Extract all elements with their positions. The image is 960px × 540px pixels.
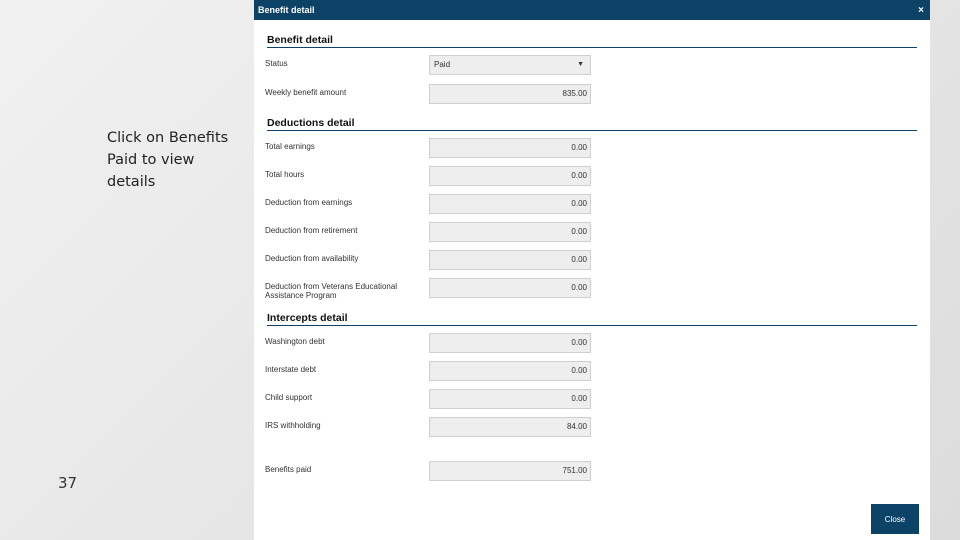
modal-header: Benefit detail × (254, 0, 930, 20)
deduction-label: Deduction from retirement (265, 226, 358, 235)
slide-page-number: 37 (58, 474, 78, 492)
status-select[interactable]: Paid ▼ (429, 55, 591, 75)
close-button[interactable]: Close (871, 504, 919, 534)
benefit-detail-modal: Benefit detail × Benefit detail Status P… (254, 0, 930, 540)
deduction-value: 0.00 (429, 194, 591, 214)
deduction-row: Deduction from Veterans Educational Assi… (265, 278, 595, 300)
deduction-value: 0.00 (429, 166, 591, 186)
deduction-value: 0.00 (429, 138, 591, 158)
deduction-label: Deduction from Veterans Educational Assi… (265, 282, 398, 300)
intercept-row: Interstate debt 0.00 (265, 361, 595, 381)
deductions-heading: Deductions detail (267, 117, 917, 131)
intercept-label: Interstate debt (265, 365, 317, 374)
intercepts-heading: Intercepts detail (267, 312, 917, 326)
intercept-value: 84.00 (429, 417, 591, 437)
intercept-value: 0.00 (429, 333, 591, 353)
weekly-benefit-field: 835.00 (429, 84, 591, 104)
deduction-label: Deduction from availability (265, 254, 359, 263)
deduction-row: Deduction from retirement 0.00 (265, 222, 595, 242)
deduction-label: Total hours (265, 170, 305, 179)
deduction-value: 0.00 (429, 250, 591, 270)
chevron-down-icon: ▼ (577, 61, 584, 68)
slide-instruction-text: Click on Benefits Paid to view details (107, 130, 229, 190)
weekly-benefit-label: Weekly benefit amount (265, 88, 347, 97)
deduction-row: Total earnings 0.00 (265, 138, 595, 158)
intercept-value: 0.00 (429, 389, 591, 409)
status-value: Paid (434, 60, 451, 69)
intercept-row: Child support 0.00 (265, 389, 595, 409)
deduction-label: Total earnings (265, 142, 315, 151)
deduction-label: Deduction from earnings (265, 198, 353, 207)
benefits-paid-field: 751.00 (429, 461, 591, 481)
status-label: Status (265, 59, 288, 68)
intercept-row: Washington debt 0.00 (265, 333, 595, 353)
close-icon[interactable]: × (918, 5, 924, 16)
benefit-detail-heading: Benefit detail (267, 34, 917, 48)
intercept-row: IRS withholding 84.00 (265, 417, 595, 437)
modal-title: Benefit detail (258, 5, 315, 15)
deduction-value: 0.00 (429, 278, 591, 298)
benefits-paid-row: Benefits paid 751.00 (265, 461, 595, 481)
intercept-label: Washington debt (265, 337, 325, 346)
deduction-value: 0.00 (429, 222, 591, 242)
deduction-row: Total hours 0.00 (265, 166, 595, 186)
benefits-paid-label: Benefits paid (265, 465, 312, 474)
intercept-value: 0.00 (429, 361, 591, 381)
status-row: Status Paid ▼ (265, 55, 595, 75)
deduction-row: Deduction from availability 0.00 (265, 250, 595, 270)
intercept-label: IRS withholding (265, 421, 321, 430)
deduction-row: Deduction from earnings 0.00 (265, 194, 595, 214)
intercept-label: Child support (265, 393, 313, 402)
weekly-benefit-row: Weekly benefit amount 835.00 (265, 84, 595, 104)
